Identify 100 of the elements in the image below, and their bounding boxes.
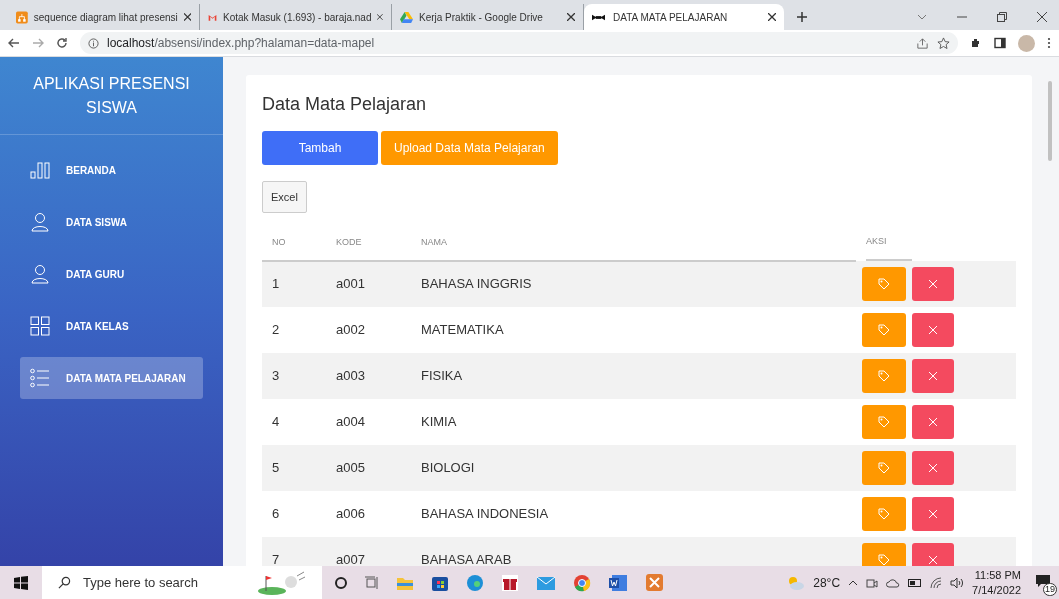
triangle-icon — [400, 10, 413, 24]
close-icon — [928, 508, 938, 519]
delete-button[interactable] — [912, 312, 954, 347]
close-icon — [928, 462, 938, 473]
browser-tab[interactable]: DATA MATA PELAJARAN — [584, 4, 784, 30]
tag-icon — [878, 553, 890, 566]
battery-icon[interactable] — [908, 578, 923, 587]
temperature-text[interactable]: 28°C — [813, 573, 841, 592]
notification-count: 19 — [1043, 582, 1057, 596]
table-cell: 4 — [272, 413, 280, 429]
info-icon — [88, 37, 99, 49]
tag-icon — [878, 323, 890, 336]
windows-start-icon[interactable] — [14, 575, 28, 590]
meet-icon[interactable] — [866, 576, 879, 589]
close-icon[interactable] — [567, 13, 575, 21]
column-header: KODE — [336, 236, 362, 247]
edit-button[interactable] — [862, 450, 906, 485]
speaker-icon[interactable] — [950, 576, 965, 589]
puzzle-icon[interactable] — [970, 37, 982, 49]
star-icon[interactable] — [937, 36, 950, 50]
table-cell: a006 — [336, 505, 365, 521]
tag-icon — [878, 507, 890, 520]
golf-drawing — [256, 569, 306, 596]
table-cell: BAHASA INGGRIS — [421, 276, 532, 292]
table-cell: BIOLOGI — [421, 459, 475, 475]
close-icon[interactable] — [1037, 12, 1047, 22]
sidebar-item[interactable]: DATA GURU — [20, 253, 203, 295]
clock-date[interactable]: 7/14/2022 — [972, 582, 1021, 598]
mail-icon[interactable] — [536, 574, 556, 591]
side-panel-icon[interactable] — [994, 37, 1006, 49]
table-cell: 1 — [272, 276, 280, 292]
table-cell: MATEMATIKA — [421, 321, 504, 337]
edit-button[interactable] — [862, 312, 906, 347]
back-icon[interactable] — [8, 37, 20, 49]
user-icon — [30, 212, 50, 232]
forward-icon[interactable] — [32, 37, 44, 49]
table-cell: 2 — [272, 321, 280, 337]
scrollbar[interactable] — [1048, 81, 1052, 161]
sidebar-item[interactable]: DATA KELAS — [20, 305, 203, 347]
search-field[interactable]: Type here to search — [42, 566, 322, 599]
table-cell: BAHASA ARAB — [421, 551, 512, 566]
delete-button[interactable] — [912, 266, 954, 301]
delete-button[interactable] — [912, 496, 954, 531]
close-icon[interactable] — [183, 13, 191, 21]
excel-button[interactable]: Excel — [262, 181, 307, 213]
table-cell: a003 — [336, 367, 365, 383]
address-bar[interactable]: localhost/absensi/index.php?halaman=data-mapel — [80, 32, 958, 54]
clock-time[interactable]: 11:58 PM — [974, 567, 1021, 583]
cloud-icon[interactable] — [886, 577, 901, 588]
close-icon — [928, 416, 938, 427]
tag-icon — [878, 369, 890, 382]
table-cell: 3 — [272, 367, 280, 383]
task-view-icon[interactable] — [365, 575, 379, 590]
tag-icon — [878, 461, 890, 474]
close-icon[interactable] — [768, 13, 776, 21]
edit-button[interactable] — [862, 496, 906, 531]
edit-button[interactable] — [862, 266, 906, 301]
edit-button[interactable] — [862, 404, 906, 439]
menu-icon[interactable] — [1047, 37, 1051, 49]
table-cell: FISIKA — [421, 367, 463, 383]
table-cell: KIMIA — [421, 413, 457, 429]
sidebar-item[interactable]: DATA SISWA — [20, 201, 203, 243]
table-cell: BAHASA INDONESIA — [421, 505, 549, 521]
chevron-up-icon[interactable] — [848, 578, 859, 587]
word-icon[interactable] — [608, 573, 628, 592]
sidebar-item[interactable]: BERANDA — [20, 149, 203, 191]
chevron-down-icon[interactable] — [917, 14, 927, 20]
chrome-icon[interactable] — [573, 573, 591, 592]
tag-icon — [878, 415, 890, 428]
user-icon — [30, 264, 50, 284]
table-cell: a002 — [336, 321, 365, 337]
delete-button[interactable] — [912, 450, 954, 485]
sidebar-title: APLIKASI PRESENSI SISWA — [32, 73, 191, 118]
close-icon — [928, 370, 938, 381]
avatar-icon[interactable] — [1018, 34, 1035, 52]
sidebar-item[interactable]: DATA MATA PELAJARAN — [20, 357, 203, 399]
reload-icon[interactable] — [56, 37, 68, 49]
gift-icon[interactable] — [501, 573, 519, 592]
delete-button[interactable] — [912, 358, 954, 393]
edit-button[interactable] — [862, 358, 906, 393]
delete-button[interactable] — [912, 404, 954, 439]
delete-button[interactable] — [912, 542, 954, 566]
new-tab-icon[interactable] — [796, 11, 808, 23]
table-cell: a007 — [336, 551, 365, 566]
wifi-icon[interactable] — [930, 576, 943, 589]
close-icon — [928, 278, 938, 289]
table-cell: a001 — [336, 276, 365, 292]
close-icon — [928, 554, 938, 565]
table-cell: a004 — [336, 413, 365, 429]
column-header: NAMA — [421, 236, 447, 247]
column-header: NO — [272, 236, 286, 247]
cortana-icon[interactable] — [334, 575, 348, 590]
table-cell: 5 — [272, 459, 280, 475]
add-button[interactable]: Tambah — [262, 131, 378, 165]
tag-icon — [878, 277, 890, 290]
restore-icon[interactable] — [997, 12, 1007, 22]
table-cell: 7 — [272, 551, 280, 566]
search-icon — [58, 576, 71, 589]
share-icon[interactable] — [916, 36, 929, 50]
edit-button[interactable] — [862, 542, 906, 566]
